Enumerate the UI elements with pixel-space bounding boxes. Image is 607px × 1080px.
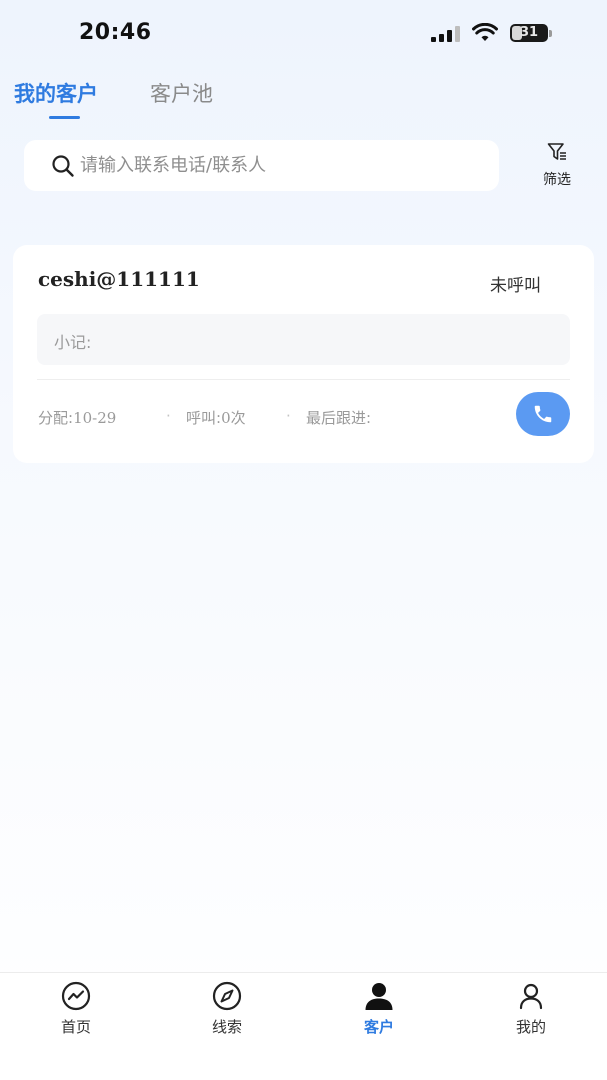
app-screen: 20:46 31 我的客户 客户池 请输入联系电话/联系人 筛选 ceshi@1…: [0, 0, 607, 1080]
search-box: [24, 140, 499, 191]
last-follow-label: 最后跟进:: [306, 409, 372, 427]
assigned-label: 分配:: [38, 409, 74, 427]
nav-label-mine: 我的: [515, 1018, 546, 1036]
note-box[interactable]: 小记:: [37, 314, 570, 365]
calls-value: 0次: [221, 409, 246, 427]
call-status-badge: 未呼叫: [490, 276, 541, 296]
assigned-info: 分配:10-29: [38, 407, 116, 428]
customer-card[interactable]: ceshi@111111 未呼叫 小记: 分配:10-29 · 呼叫:0次 · …: [13, 245, 594, 463]
battery-level: 31: [519, 25, 539, 40]
filter-button[interactable]: 筛选: [532, 142, 582, 190]
signal-icon: [431, 26, 460, 42]
search-icon: [52, 155, 74, 177]
nav-item-customers[interactable]: 客户: [329, 973, 429, 1043]
nav-item-mine[interactable]: 我的: [481, 973, 581, 1043]
last-follow-info: 最后跟进:: [306, 407, 371, 428]
search-input[interactable]: [80, 140, 480, 191]
calls-info: 呼叫:0次: [186, 407, 246, 428]
active-tab-indicator: [49, 116, 80, 119]
meta-separator: ·: [166, 407, 171, 425]
call-button[interactable]: [516, 392, 570, 436]
meta-separator: ·: [286, 407, 291, 425]
battery-cap: [549, 30, 552, 37]
note-label: 小记:: [54, 333, 92, 352]
status-time: 20:46: [79, 20, 152, 45]
customer-name: ceshi@111111: [38, 267, 200, 291]
assigned-value: 10-29: [73, 409, 117, 427]
filter-icon: [547, 143, 566, 160]
tab-my-customers[interactable]: 我的客户: [14, 78, 98, 108]
wifi-icon: [472, 23, 498, 41]
status-bar: 20:46 31: [0, 0, 607, 66]
tab-customer-pool[interactable]: 客户池: [150, 78, 213, 108]
nav-label-customers: 客户: [363, 1018, 394, 1036]
nav-label-leads: 线索: [211, 1018, 242, 1036]
person-filled-icon: [365, 983, 393, 1010]
card-divider: [37, 379, 570, 380]
person-outline-icon: [519, 983, 543, 1010]
nav-item-home[interactable]: 首页: [26, 973, 126, 1043]
nav-label-home: 首页: [60, 1018, 91, 1036]
filter-label: 筛选: [543, 172, 571, 188]
nav-item-leads[interactable]: 线索: [177, 973, 277, 1043]
battery-icon: 31: [510, 24, 548, 42]
chart-line-icon: [61, 981, 91, 1011]
calls-label: 呼叫:: [186, 409, 222, 427]
bottom-nav: 首页 线索 客户 我的: [0, 972, 607, 1080]
phone-icon: [534, 405, 552, 423]
compass-icon: [212, 981, 242, 1011]
